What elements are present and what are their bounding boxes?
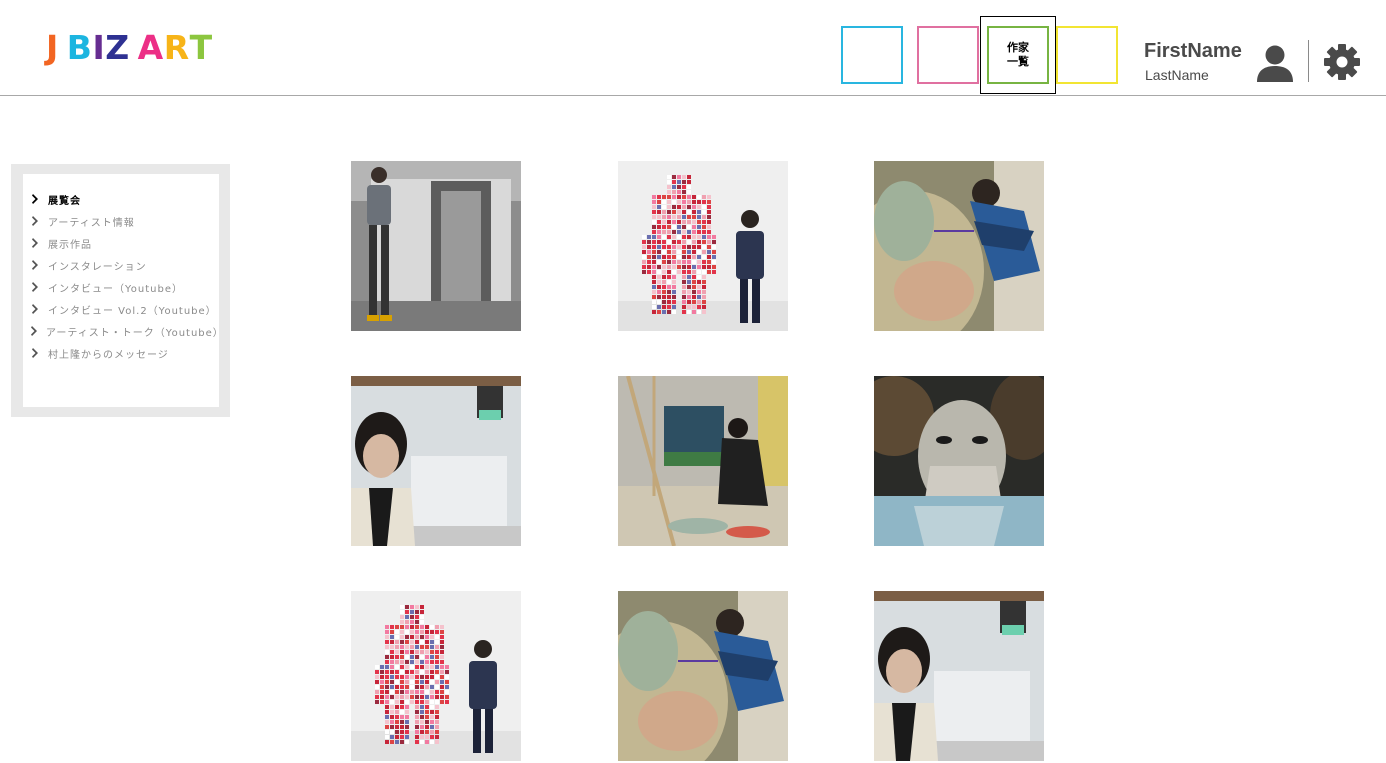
sidebar-item-label: インタビュー Vol.2（Youtube）	[48, 305, 217, 317]
user-first-name: FirstName	[1144, 40, 1242, 62]
artist-photo	[618, 161, 788, 331]
sidebar-item-label: 村上隆からのメッセージ	[48, 349, 169, 361]
user-last-name: LastName	[1145, 67, 1209, 83]
artist-photo-tile[interactable]	[874, 376, 1044, 546]
sidebar-item-label: アーティスト・トーク（Youtube）	[46, 327, 219, 339]
logo-letter	[130, 28, 138, 68]
nav-box-blue[interactable]	[841, 26, 903, 84]
chevron-right-icon	[31, 193, 41, 205]
sidebar-item[interactable]: 展示作品	[23, 232, 219, 254]
sidebar-item[interactable]: アーティスト・トーク（Youtube）	[23, 320, 219, 342]
logo[interactable]: J BIZ ART	[46, 28, 213, 68]
nav-box-artist-list[interactable]: 作家 一覧	[987, 26, 1049, 84]
sidebar-item[interactable]: アーティスト情報	[23, 210, 219, 232]
sidebar-item[interactable]: インタビュー（Youtube）	[23, 276, 219, 298]
artist-photo	[874, 591, 1044, 761]
artist-photo-tile[interactable]	[351, 376, 521, 546]
nav-artist-list-label: 作家 一覧	[1007, 41, 1029, 68]
sidebar-item-label: アーティスト情報	[48, 217, 135, 229]
sidebar-item[interactable]: 展覧会	[23, 188, 219, 210]
logo-letter: J	[46, 28, 59, 67]
sidebar-item-label: 展示作品	[48, 239, 92, 251]
sidebar-item-label: インスタレーション	[48, 261, 147, 273]
nav-box-yellow[interactable]	[1056, 26, 1118, 84]
artist-photo-tile[interactable]	[618, 376, 788, 546]
header: J BIZ ART 作家 一覧 FirstName LastName	[0, 0, 1386, 96]
logo-letter: A	[137, 28, 164, 67]
page: J BIZ ART 作家 一覧 FirstName LastName 展覧会 ア…	[0, 0, 1386, 763]
artist-photo-tile[interactable]	[874, 591, 1044, 761]
sidebar-item[interactable]: インスタレーション	[23, 254, 219, 276]
chevron-right-icon	[31, 215, 41, 227]
sidebar: 展覧会アーティスト情報 展示作品インスタレーションインタビュー（Youtube） イ…	[11, 164, 230, 417]
artist-photo-tile[interactable]	[874, 161, 1044, 331]
header-divider	[1308, 40, 1309, 82]
artist-photo	[351, 591, 521, 761]
chevron-right-icon	[31, 281, 41, 293]
artist-photo	[874, 161, 1044, 331]
logo-letter: R	[163, 28, 190, 67]
artist-photo-tile[interactable]	[618, 161, 788, 331]
artist-photo	[351, 161, 521, 331]
chevron-right-icon	[31, 303, 41, 315]
chevron-right-icon	[31, 259, 41, 271]
gear-icon[interactable]	[1322, 42, 1362, 82]
user-icon[interactable]	[1254, 42, 1296, 84]
artist-photo	[874, 376, 1044, 546]
artist-photo-tile[interactable]	[351, 591, 521, 761]
artist-photo	[351, 376, 521, 546]
nav-box-pink[interactable]	[917, 26, 979, 84]
sidebar-item-label: インタビュー（Youtube）	[48, 283, 183, 295]
artist-photo-tile[interactable]	[618, 591, 788, 761]
chevron-right-icon	[31, 347, 41, 359]
sidebar-item-label: 展覧会	[48, 195, 81, 207]
logo-letter: T	[189, 28, 213, 67]
sidebar-item[interactable]: インタビュー Vol.2（Youtube）	[23, 298, 219, 320]
sidebar-item[interactable]: 村上隆からのメッセージ	[23, 342, 219, 364]
logo-letter: B	[66, 28, 93, 67]
artist-photo-tile[interactable]	[351, 161, 521, 331]
artist-photo	[618, 376, 788, 546]
chevron-right-icon	[31, 325, 39, 337]
logo-letter: Z	[105, 28, 130, 67]
chevron-right-icon	[31, 237, 41, 249]
sidebar-menu: 展覧会アーティスト情報 展示作品インスタレーションインタビュー（Youtube） イ…	[23, 174, 219, 407]
logo-letter: I	[92, 28, 106, 67]
artist-photo	[618, 591, 788, 761]
logo-letter	[59, 28, 67, 68]
